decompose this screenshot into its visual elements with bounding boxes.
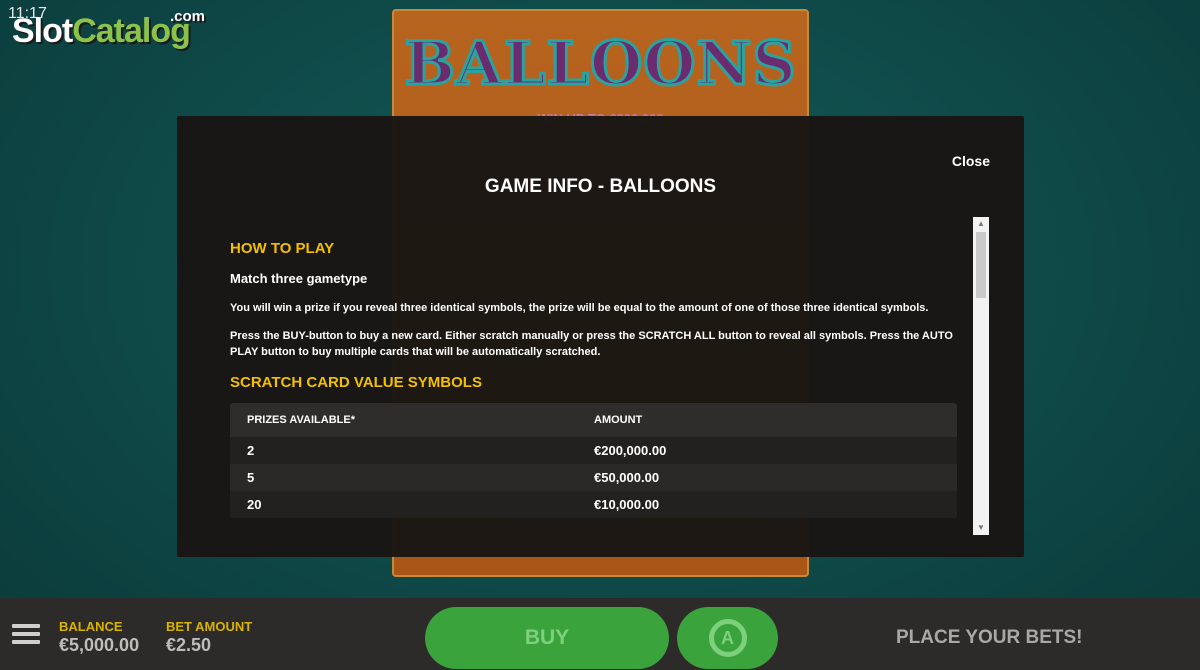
column-header-prizes: PRIZES AVAILABLE* [247, 414, 355, 426]
table-header-row: PRIZES AVAILABLE* AMOUNT [230, 403, 957, 437]
prize-table: PRIZES AVAILABLE* AMOUNT 2 €200,000.00 5… [230, 403, 957, 518]
column-header-amount: AMOUNT [594, 414, 643, 426]
status-message: PLACE YOUR BETS! [896, 627, 1083, 648]
bet-amount-label: BET AMOUNT [166, 619, 253, 634]
modal-title: GAME INFO - BALLOONS [484, 176, 717, 197]
buy-button[interactable]: BUY [425, 607, 669, 669]
table-row: 5 €50,000.00 [230, 464, 957, 491]
auto-play-icon: A [708, 619, 747, 657]
balance-label: BALANCE [59, 619, 123, 634]
scroll-down-arrow-icon[interactable]: ▼ [973, 521, 989, 535]
gametype-label: Match three gametype [230, 271, 368, 286]
balance-display: BALANCE €5,000.00 [59, 619, 139, 656]
bet-amount-display[interactable]: BET AMOUNT €2.50 [166, 619, 252, 656]
bottom-bar: BALANCE €5,000.00 BET AMOUNT €2.50 BUY A… [0, 598, 1200, 670]
rules-paragraph-1: You will win a prize if you reveal three… [230, 302, 929, 314]
logo-com-text: .com [170, 8, 206, 25]
amount-cell: €10,000.00 [594, 497, 660, 512]
symbols-heading: SCRATCH CARD VALUE SYMBOLS [230, 374, 482, 391]
balance-value: €5,000.00 [59, 635, 140, 655]
slotcatalog-logo: SlotCatalog .com [12, 8, 205, 51]
prizes-cell: 5 [247, 470, 255, 485]
modal-scroll-content[interactable]: HOW TO PLAY Match three gametype You wil… [230, 234, 957, 536]
table-row: 2 €200,000.00 [230, 437, 957, 464]
amount-cell: €50,000.00 [594, 470, 660, 485]
close-button[interactable]: Close [952, 153, 990, 169]
scroll-thumb[interactable] [976, 232, 986, 298]
rules-paragraph-2: Press the BUY-button to buy a new card. … [230, 330, 953, 358]
game-title: BALLOONS [403, 28, 797, 101]
table-row: 20 €10,000.00 [230, 491, 957, 518]
prizes-cell: 2 [247, 443, 255, 458]
bet-amount-value: €2.50 [166, 635, 212, 655]
logo-slot-text: Slot [12, 12, 73, 50]
hamburger-menu-icon[interactable] [12, 624, 40, 646]
game-info-modal: Close GAME INFO - BALLOONS HOW TO PLAY M… [177, 116, 1024, 557]
prizes-cell: 20 [247, 497, 262, 512]
scroll-up-arrow-icon[interactable]: ▲ [973, 217, 989, 231]
how-to-play-heading: HOW TO PLAY [230, 240, 335, 257]
scrollbar[interactable]: ▲ ▼ [973, 217, 989, 535]
amount-cell: €200,000.00 [594, 443, 667, 458]
auto-play-button[interactable]: A [677, 607, 778, 669]
